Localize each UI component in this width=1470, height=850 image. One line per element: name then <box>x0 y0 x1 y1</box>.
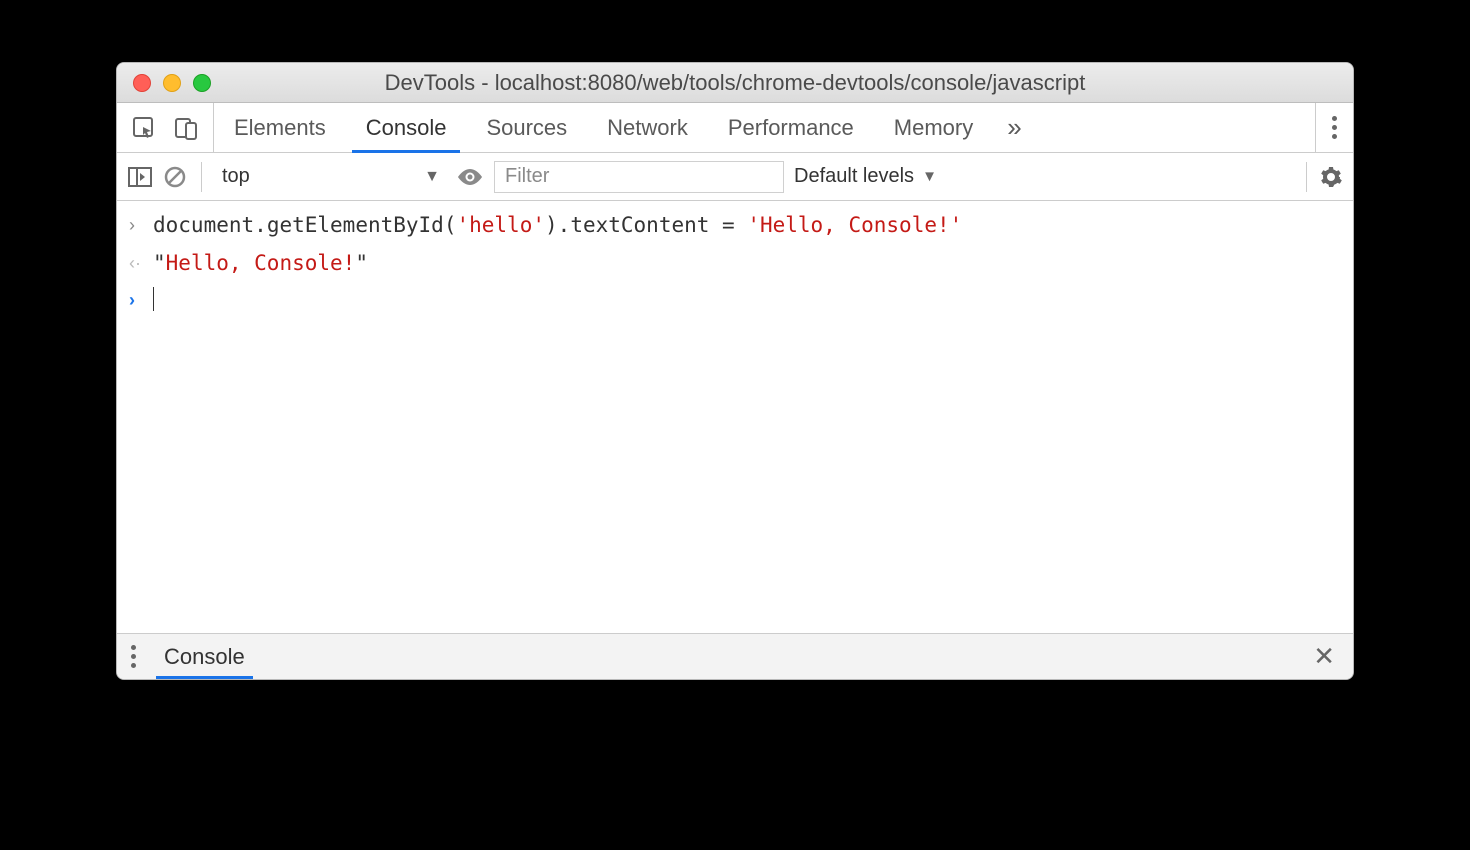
console-entry-input: › document.getElementById('hello').textC… <box>117 207 1353 245</box>
console-output[interactable]: › document.getElementById('hello').textC… <box>117 201 1353 633</box>
execution-context-label: top <box>222 165 250 188</box>
output-marker-icon: ‹· <box>129 247 153 278</box>
console-settings-icon[interactable] <box>1306 162 1343 192</box>
chevron-down-icon: ▼ <box>424 168 440 186</box>
tab-label: Network <box>607 115 688 141</box>
tab-label: Console <box>366 115 447 141</box>
tab-label: Performance <box>728 115 854 141</box>
inspect-element-icon[interactable] <box>131 115 157 141</box>
input-marker-icon: › <box>129 209 153 240</box>
drawer-close-button[interactable]: ✕ <box>1295 634 1353 679</box>
tab-label: Memory <box>894 115 973 141</box>
chevron-down-icon: ▼ <box>922 168 937 185</box>
prompt-icon: › <box>129 284 153 315</box>
execution-context-selector[interactable]: top ▼ <box>216 165 446 188</box>
customize-button[interactable] <box>1315 103 1353 152</box>
main-tabs: Elements Console Sources Network Performance… <box>117 103 1353 153</box>
window-title: DevTools - localhost:8080/web/tools/chro… <box>117 70 1353 96</box>
tab-elements[interactable]: Elements <box>214 103 346 152</box>
tab-memory[interactable]: Memory <box>874 103 993 152</box>
drawer-tab-console[interactable]: Console <box>150 634 259 679</box>
tab-console[interactable]: Console <box>346 103 467 152</box>
window-controls <box>117 74 211 92</box>
close-icon: ✕ <box>1313 641 1335 672</box>
tab-sources[interactable]: Sources <box>466 103 587 152</box>
console-entry-output: ‹· "Hello, Console!" <box>117 245 1353 283</box>
tab-network[interactable]: Network <box>587 103 708 152</box>
tab-label: Elements <box>234 115 326 141</box>
log-levels-selector[interactable]: Default levels ▼ <box>794 165 937 188</box>
live-expression-icon[interactable] <box>456 167 484 187</box>
drawer-tab-label: Console <box>164 644 245 670</box>
more-tabs-icon[interactable]: » <box>993 103 1035 152</box>
kebab-icon <box>131 645 136 668</box>
clear-console-icon[interactable] <box>163 165 187 189</box>
titlebar: DevTools - localhost:8080/web/tools/chro… <box>117 63 1353 103</box>
kebab-icon <box>1332 116 1337 139</box>
minimize-window-button[interactable] <box>163 74 181 92</box>
close-window-button[interactable] <box>133 74 151 92</box>
devtools-window: DevTools - localhost:8080/web/tools/chro… <box>116 62 1354 680</box>
tab-performance[interactable]: Performance <box>708 103 874 152</box>
log-levels-label: Default levels <box>794 165 914 188</box>
console-sidebar-toggle-icon[interactable] <box>127 166 153 188</box>
filter-input[interactable] <box>494 161 784 193</box>
console-toolbar: top ▼ Default levels ▼ <box>117 153 1353 201</box>
drawer: Console ✕ <box>117 633 1353 679</box>
device-toolbar-icon[interactable] <box>173 115 199 141</box>
maximize-window-button[interactable] <box>193 74 211 92</box>
console-prompt[interactable]: › <box>117 282 1353 320</box>
tab-label: Sources <box>486 115 567 141</box>
drawer-menu-button[interactable] <box>117 634 150 679</box>
